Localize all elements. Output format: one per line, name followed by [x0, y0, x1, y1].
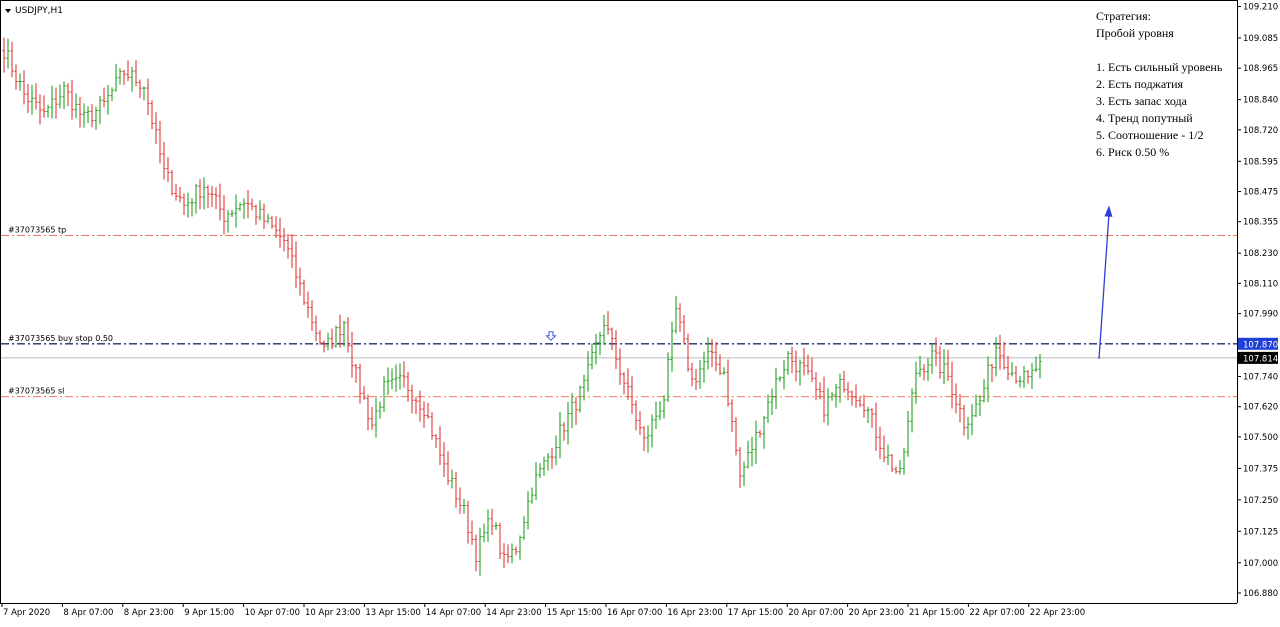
x-tick-label: 7 Apr 2020 — [3, 608, 50, 618]
y-tick-label: 107.740 — [1243, 373, 1278, 383]
y-tick-label: 107.000 — [1243, 559, 1278, 569]
strategy-title: Стратегия: — [1096, 9, 1151, 23]
x-tick-label: 22 Apr 23:00 — [1030, 608, 1085, 618]
y-tick-label: 108.595 — [1243, 157, 1278, 167]
x-tick-label: 21 Apr 15:00 — [909, 608, 964, 618]
x-tick-label: 15 Apr 15:00 — [547, 608, 602, 618]
order-level-label: #37073565 buy stop 0.50 — [8, 334, 113, 343]
strategy-item: 3. Есть запас хода — [1096, 94, 1188, 108]
y-tick-label: 109.210 — [1243, 3, 1278, 13]
x-tick-label: 20 Apr 23:00 — [849, 608, 904, 618]
y-tick-label: 108.840 — [1243, 96, 1278, 106]
y-tick-label: 107.620 — [1243, 403, 1278, 413]
x-tick-label: 16 Apr 23:00 — [667, 608, 722, 618]
strategy-item: 1. Есть сильный уровень — [1096, 60, 1223, 74]
y-tick-label: 107.990 — [1243, 310, 1278, 320]
order-price-label: 107.870 — [1243, 340, 1278, 350]
y-tick-label: 107.125 — [1243, 527, 1278, 537]
strategy-item: 4. Тренд попутный — [1096, 111, 1193, 125]
strategy-item: 5. Соотношение - 1/2 — [1096, 128, 1204, 142]
x-tick-label: 8 Apr 07:00 — [63, 608, 113, 618]
x-tick-label: 9 Apr 15:00 — [184, 608, 234, 618]
strategy-subtitle: Пробой уровня — [1096, 26, 1174, 40]
strategy-item: 2. Есть поджатия — [1096, 77, 1184, 91]
y-tick-label: 108.475 — [1243, 188, 1278, 198]
x-tick-label: 20 Apr 07:00 — [788, 608, 843, 618]
current-price-label: 107.814 — [1243, 354, 1278, 364]
price-chart[interactable]: #37073565 tp #37073565 buy stop 0.50 #3707… — [0, 0, 1280, 622]
y-tick-label: 107.500 — [1243, 433, 1278, 443]
x-tick-label: 22 Apr 07:00 — [969, 608, 1024, 618]
y-tick-label: 107.250 — [1243, 496, 1278, 506]
y-tick-label: 108.355 — [1243, 218, 1278, 228]
x-tick-label: 14 Apr 07:00 — [426, 608, 481, 618]
x-tick-label: 14 Apr 23:00 — [486, 608, 541, 618]
order-level-label: #37073565 sl — [8, 387, 64, 396]
y-tick-label: 106.880 — [1243, 589, 1278, 599]
x-tick-label: 10 Apr 23:00 — [305, 608, 360, 618]
y-tick-label: 107.375 — [1243, 464, 1278, 474]
y-tick-label: 108.965 — [1243, 64, 1278, 74]
y-tick-label: 108.110 — [1243, 279, 1278, 289]
x-tick-label: 13 Apr 15:00 — [365, 608, 420, 618]
x-tick-label: 10 Apr 07:00 — [245, 608, 300, 618]
strategy-item: 6. Риск 0.50 % — [1096, 145, 1169, 159]
order-level-label: #37073565 tp — [8, 226, 66, 235]
y-tick-label: 108.720 — [1243, 126, 1278, 136]
symbol-timeframe-label: USDJPY,H1 — [15, 6, 63, 16]
x-tick-label: 17 Apr 15:00 — [728, 608, 783, 618]
x-tick-label: 8 Apr 23:00 — [124, 608, 174, 618]
chart-window: #37073565 tp #37073565 buy stop 0.50 #3707… — [0, 0, 1280, 622]
y-tick-label: 109.085 — [1243, 34, 1278, 44]
y-tick-label: 108.230 — [1243, 249, 1278, 259]
x-tick-label: 16 Apr 07:00 — [607, 608, 662, 618]
